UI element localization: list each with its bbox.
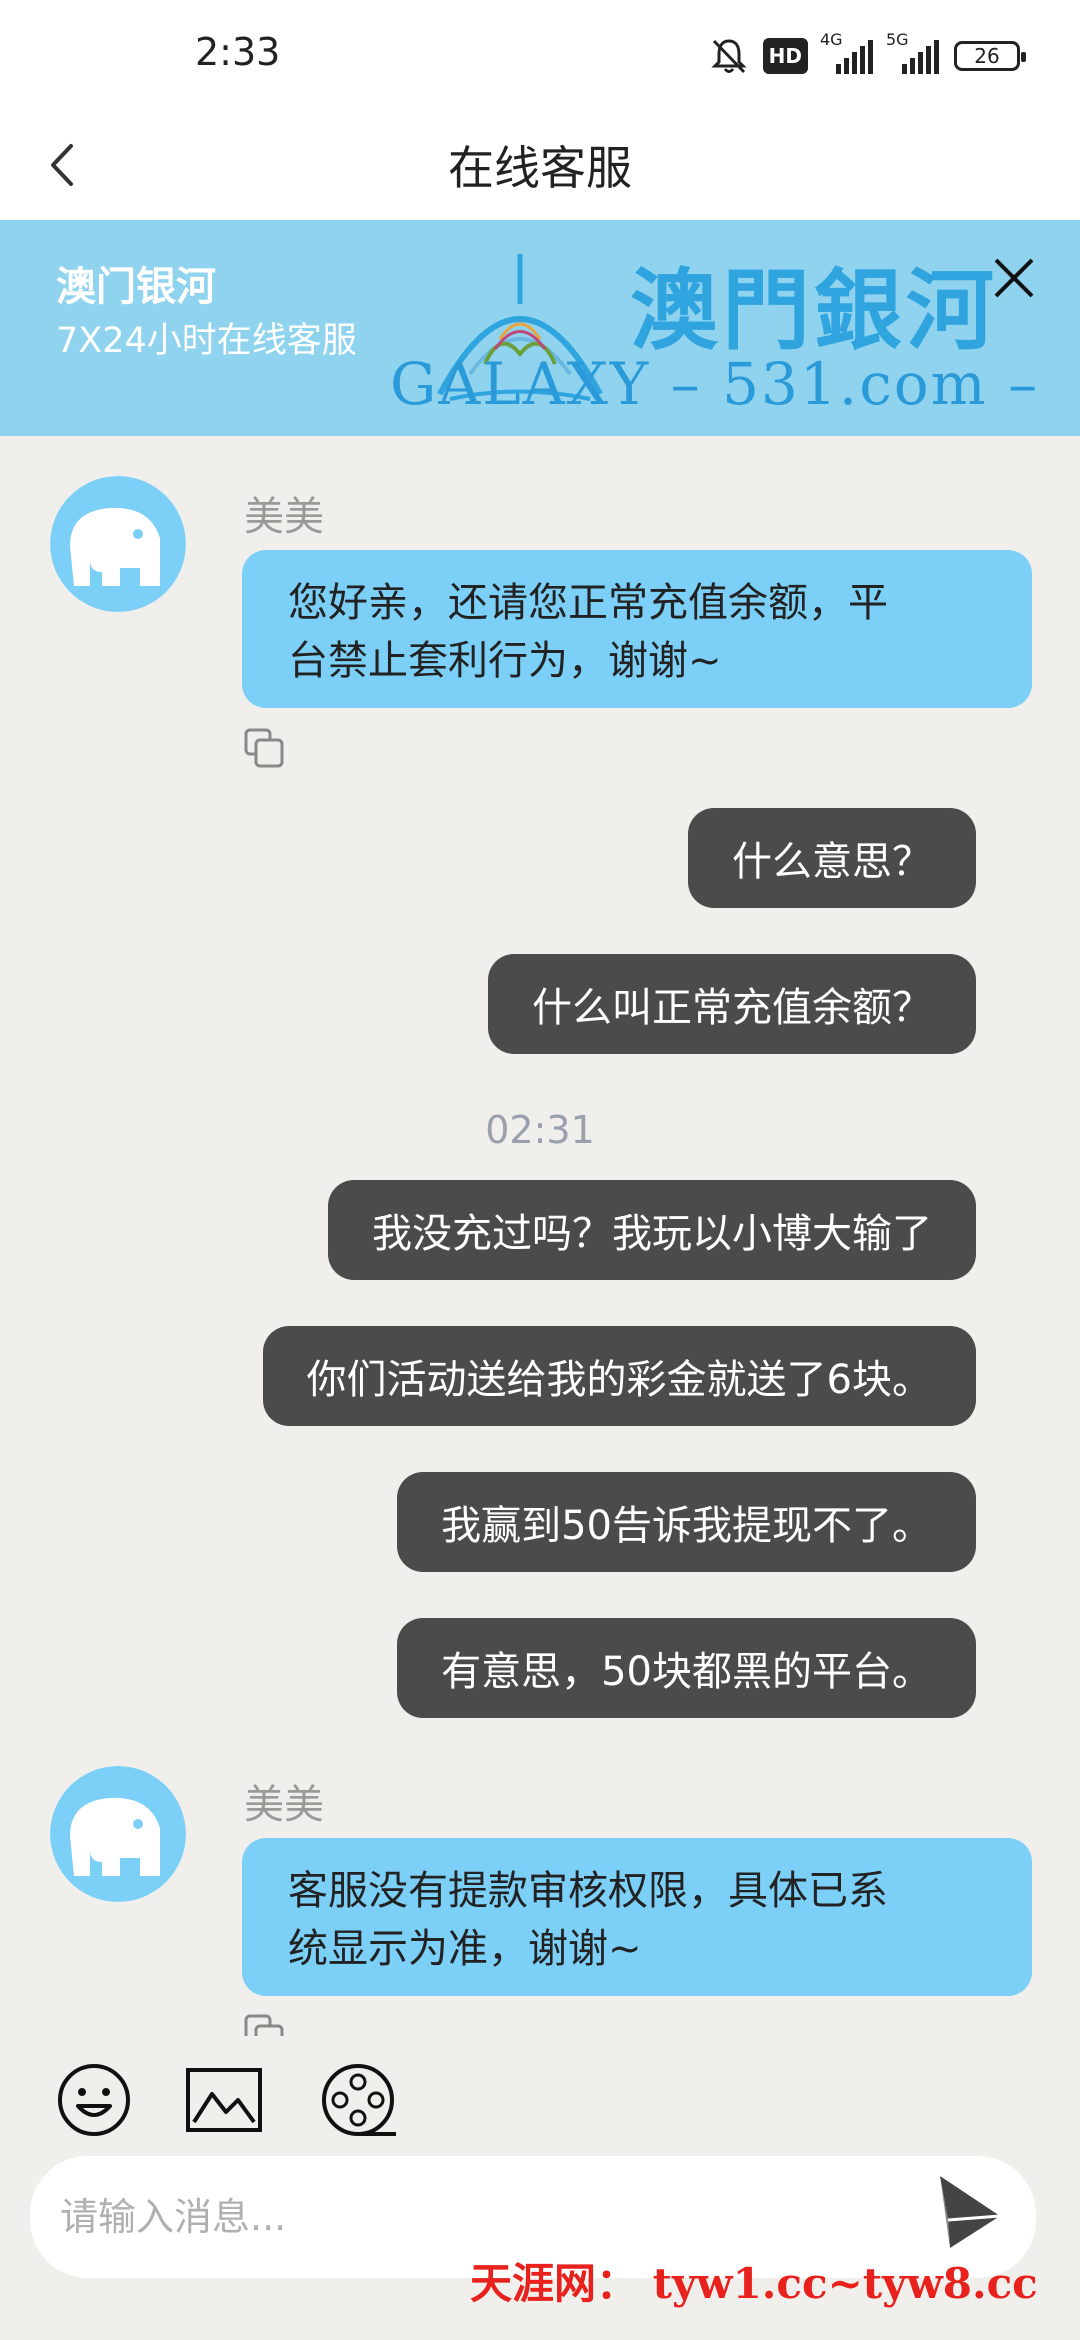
battery-icon: 26 [954, 41, 1026, 71]
message-input[interactable] [60, 2178, 900, 2256]
message-line: 统显示为准，谢谢~ [288, 1926, 642, 1972]
mute-bell-icon [711, 39, 747, 74]
user-message: 我赢到50告诉我提现不了。 [397, 1472, 976, 1572]
banner-subtitle: 7X24小时在线客服 [56, 321, 357, 361]
agent-message: 您好亲，还请您正常充值余额，平 台禁止套利行为，谢谢~ [242, 550, 1032, 708]
banner-site: GALAXY – 531.com – [390, 350, 1040, 418]
battery-level: 26 [974, 44, 1000, 68]
banner-name: 澳门银河 [56, 264, 216, 310]
message-line: 客服没有提款审核权限，具体已系 [288, 1868, 888, 1914]
sender-name: 美美 [244, 1782, 324, 1828]
user-message: 什么叫正常充值余额？ [488, 954, 976, 1054]
service-banner: 澳门银河 7X24小时在线客服 澳門銀河 GALAXY – 531.com – [0, 220, 1080, 436]
message-line: 您好亲，还请您正常充值余额，平 [288, 580, 888, 626]
status-icons: HD 4G 5G 26 [709, 30, 1026, 78]
signal-icon: 4G [820, 30, 874, 74]
copy-icon[interactable] [242, 2012, 286, 2036]
header-bar: 在线客服 [0, 110, 1080, 220]
message-line: 台禁止套利行为，谢谢~ [288, 638, 722, 684]
avatar[interactable] [50, 476, 186, 612]
status-time: 2:33 [195, 30, 281, 74]
elephant-avatar-icon [50, 1766, 186, 1902]
video-icon[interactable] [318, 2060, 398, 2140]
agent-message: 客服没有提款审核权限，具体已系 统显示为准，谢谢~ [242, 1838, 1032, 1996]
time-divider: 02:31 [485, 1108, 595, 1152]
net1-label: 4G [820, 30, 843, 49]
signal-icon: 5G [886, 30, 940, 74]
page-title: 在线客服 [448, 141, 632, 195]
status-bar: 2:33 HD 4G 5G 26 [0, 0, 1080, 110]
close-icon[interactable] [984, 248, 1044, 308]
elephant-avatar-icon [50, 476, 186, 612]
user-message: 我没充过吗？我玩以小博大输了 [328, 1180, 976, 1280]
banner-brand: 澳門銀河 [630, 258, 999, 362]
avatar[interactable] [50, 1766, 186, 1902]
input-toolbar [0, 2040, 1080, 2160]
copy-icon[interactable] [242, 726, 286, 770]
chat-area[interactable]: 美美 您好亲，还请您正常充值余额，平 台禁止套利行为，谢谢~ 什么意思？ 什么叫… [0, 436, 1080, 2036]
hd-badge: HD [762, 38, 808, 74]
user-message: 什么意思？ [688, 808, 976, 908]
emoji-icon[interactable] [54, 2060, 134, 2140]
net2-label: 5G [886, 30, 909, 49]
user-message: 有意思，50块都黑的平台。 [397, 1618, 976, 1718]
user-message: 你们活动送给我的彩金就送了6块。 [262, 1326, 976, 1426]
watermark: 天涯网： tyw1.cc~tyw8.cc [470, 2259, 1038, 2308]
image-icon[interactable] [184, 2060, 264, 2140]
sender-name: 美美 [244, 494, 324, 540]
